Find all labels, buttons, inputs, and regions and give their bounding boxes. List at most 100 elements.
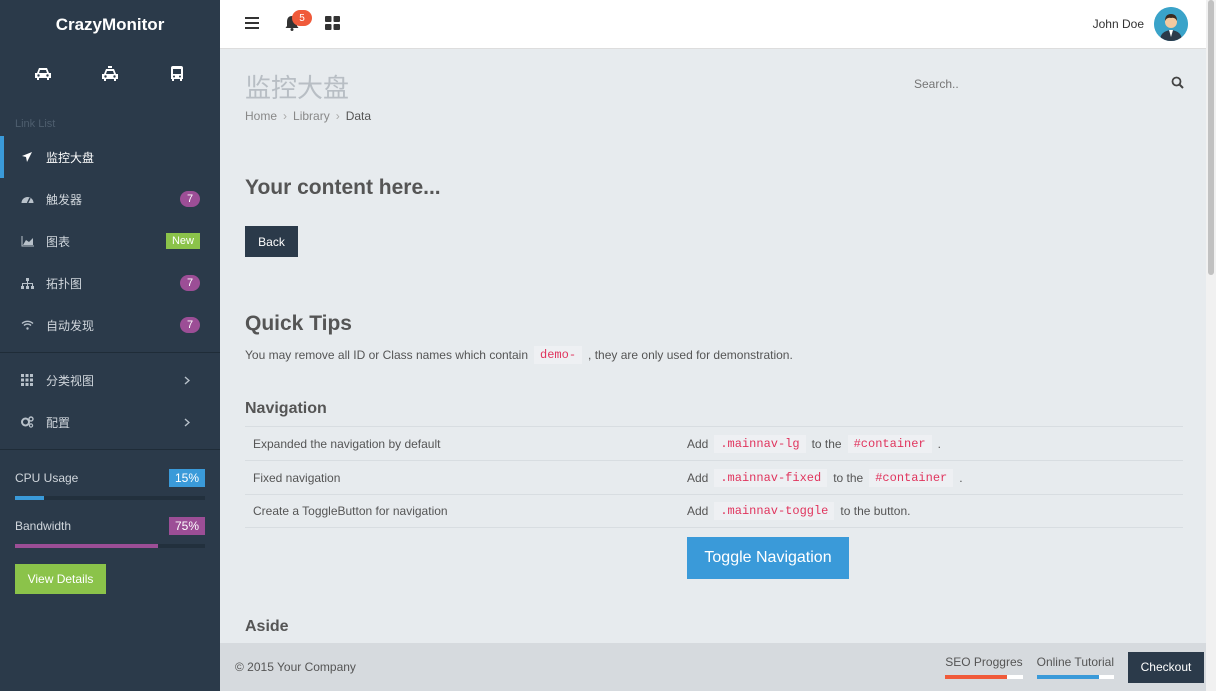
aside-heading: Aside	[245, 618, 289, 635]
tips-text-before: You may remove all ID or Class names whi…	[245, 348, 529, 362]
main-content: 监控大盘 Home › Library › Data Your content …	[220, 50, 1206, 643]
checkout-button[interactable]: Checkout	[1128, 651, 1204, 683]
instruction-mid: to the	[833, 470, 864, 485]
row-instruction: Add .mainnav-fixed to the #container .	[687, 468, 1183, 487]
instruction-add: Add	[687, 470, 709, 485]
sidebar-item-charts[interactable]: 图表 New	[0, 220, 220, 262]
sidebar-group-category-view[interactable]: 分类视图	[0, 359, 220, 401]
link-list-header: Link List	[15, 118, 56, 130]
user-menu[interactable]: John Doe	[1093, 7, 1188, 41]
table-row: Fixed navigation Add .mainnav-fixed to t…	[245, 460, 1183, 494]
footer-links: SEO Proggres Online Tutorial Checkout	[945, 643, 1206, 691]
sidebar-item-label: 自动发现	[46, 318, 95, 333]
sidebar: CrazyMonitor Link List 监控大盘 触发器 7 图表 New	[0, 0, 220, 691]
sidebar-item-label: 监控大盘	[46, 150, 95, 165]
sidebar-item-topology[interactable]: 拓扑图 7	[0, 262, 220, 304]
search-box	[914, 72, 1184, 96]
bandwidth-fill	[15, 544, 158, 548]
count-badge: 7	[180, 191, 200, 207]
cpu-usage-bar	[15, 496, 205, 500]
dashboard-icon	[20, 192, 34, 206]
footer: © 2015 Your Company SEO Proggres Online …	[220, 643, 1206, 691]
table-row: Create a ToggleButton for navigation Add…	[245, 494, 1183, 528]
breadcrumb-home[interactable]: Home	[245, 109, 277, 123]
taxi-icon[interactable]	[90, 59, 130, 89]
sitemap-icon	[20, 276, 34, 290]
car-icon[interactable]	[23, 59, 63, 89]
copyright-text: © 2015 Your Company	[235, 660, 356, 674]
cpu-usage-label: CPU Usage	[15, 471, 79, 485]
seo-progress-fill	[945, 675, 1008, 679]
navigation-table: Expanded the navigation by default Add .…	[245, 426, 1183, 528]
sidebar-item-label: 拓扑图	[46, 276, 83, 291]
instruction-add: Add	[687, 436, 709, 451]
back-button[interactable]: Back	[245, 226, 298, 257]
new-badge: New	[165, 233, 200, 249]
sidebar-divider	[0, 352, 220, 353]
count-badge: 7	[180, 275, 200, 291]
sidebar-item-dashboard[interactable]: 监控大盘	[0, 136, 220, 178]
instruction-add: Add	[687, 504, 709, 518]
avatar	[1154, 7, 1188, 41]
sidebar-group-config[interactable]: 配置	[0, 401, 220, 443]
bandwidth-bar	[15, 544, 205, 548]
tutorial-progress-bar	[1036, 675, 1114, 679]
tutorial-progress-fill	[1036, 675, 1099, 679]
search-icon[interactable]	[1171, 76, 1184, 92]
online-tutorial-label: Online Tutorial	[1036, 655, 1114, 669]
breadcrumb: Home › Library › Data	[245, 109, 371, 123]
wifi-icon	[20, 318, 34, 332]
sidebar-item-autodiscovery[interactable]: 自动发现 7	[0, 304, 220, 346]
tips-code: demo-	[534, 346, 583, 364]
usage-stats: CPU Usage 15% Bandwidth 75%	[0, 468, 220, 548]
seo-progress-link[interactable]: SEO Proggres	[945, 655, 1023, 679]
brand-logo[interactable]: CrazyMonitor	[0, 0, 220, 50]
bandwidth-label: Bandwidth	[15, 519, 72, 533]
instruction-class: .mainnav-lg	[714, 434, 806, 453]
sidebar-item-label: 触发器	[46, 192, 83, 207]
bandwidth-value: 75%	[168, 517, 205, 535]
count-badge: 7	[180, 317, 200, 333]
toggle-navigation-button[interactable]: Toggle Navigation	[687, 537, 849, 579]
instruction-class: .mainnav-toggle	[714, 502, 835, 520]
content-heading: Your content here...	[245, 176, 441, 199]
bus-icon[interactable]	[157, 59, 197, 89]
chevron-right-icon: ›	[335, 109, 340, 123]
page-scrollbar[interactable]	[1206, 0, 1216, 691]
sidebar-item-triggers[interactable]: 触发器 7	[0, 178, 220, 220]
shortcut-bar	[0, 50, 220, 98]
notifications-button[interactable]: 5	[272, 4, 312, 44]
table-row: Expanded the navigation by default Add .…	[245, 426, 1183, 460]
navigation-heading: Navigation	[245, 400, 327, 417]
row-description: Fixed navigation	[253, 470, 341, 485]
search-input[interactable]	[914, 77, 1134, 91]
page-title: 监控大盘	[245, 73, 350, 103]
breadcrumb-library[interactable]: Library	[293, 109, 330, 123]
sidebar-item-label: 分类视图	[46, 373, 95, 388]
area-chart-icon	[20, 234, 34, 248]
row-description: Create a ToggleButton for navigation	[253, 504, 448, 518]
gears-icon	[20, 415, 34, 429]
online-tutorial-link[interactable]: Online Tutorial	[1036, 655, 1114, 679]
sidebar-divider	[0, 449, 220, 450]
chevron-right-icon: ›	[283, 109, 288, 123]
sidebar-item-label: 配置	[46, 415, 71, 430]
chevron-right-icon	[182, 375, 192, 385]
instruction-end: .	[959, 470, 963, 485]
th-large-icon	[324, 15, 340, 33]
sidebar-item-label: 图表	[46, 234, 71, 249]
quick-tips-heading: Quick Tips	[245, 312, 352, 335]
row-instruction: Add .mainnav-lg to the #container .	[687, 434, 1183, 453]
hamburger-icon	[245, 16, 259, 32]
view-details-button[interactable]: View Details	[15, 564, 106, 594]
scrollbar-thumb[interactable]	[1208, 0, 1214, 275]
apps-button[interactable]	[312, 4, 352, 44]
user-name: John Doe	[1092, 17, 1144, 31]
quick-tips-text: You may remove all ID or Class names whi…	[245, 346, 793, 364]
instruction-class: .mainnav-fixed	[714, 468, 828, 487]
topbar: 5 John Doe	[220, 0, 1206, 49]
chevron-right-icon	[182, 417, 192, 427]
plane-icon	[20, 150, 34, 164]
menu-toggle-button[interactable]	[232, 4, 272, 44]
grid-icon	[20, 373, 34, 387]
